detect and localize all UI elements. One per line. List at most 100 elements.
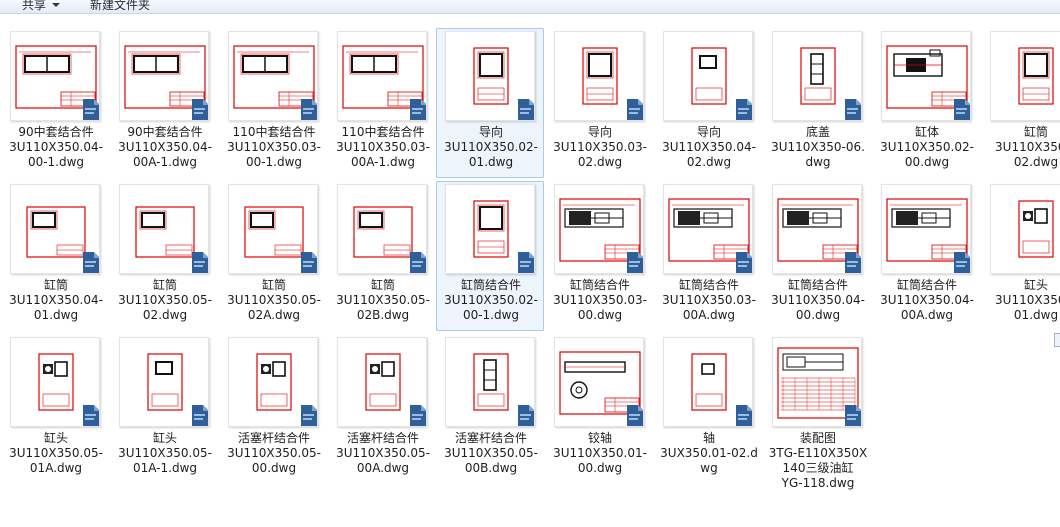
file-name: 导向 3U110X350.03- 02.dwg — [553, 125, 647, 169]
dwg-thumbnail — [663, 337, 753, 427]
dwg-file-icon — [299, 405, 317, 426]
dwg-file-icon — [734, 405, 752, 426]
file-item[interactable]: 装配图 3TG-E110X350X 140三级油缸 YG-118.dwg — [763, 334, 871, 490]
dwg-file-icon — [408, 405, 426, 426]
file-item[interactable]: 活塞杆结合件 3U110X350.05- 00B.dwg — [436, 334, 544, 484]
file-name: 缸头 3U110X350.05- 01A-1.dwg — [118, 431, 212, 475]
dwg-thumbnail — [772, 31, 862, 121]
dwg-thumbnail — [337, 31, 427, 121]
file-grid: 90中套结合件 3U110X350.04- 00-1.dwg 90中套结合件 3… — [0, 15, 1060, 527]
file-name: 导向 3U110X350.02- 01.dwg — [444, 125, 538, 169]
file-name: 底盖 3U110X350-06. dwg — [771, 125, 865, 169]
chevron-down-icon — [52, 2, 61, 7]
dwg-thumbnail — [772, 337, 862, 427]
file-name: 缸筒结合件 3U110X350.04- 00A.dwg — [880, 278, 974, 322]
dwg-thumbnail — [990, 31, 1060, 121]
dwg-file-icon — [625, 99, 643, 120]
dwg-thumbnail — [337, 184, 427, 274]
dwg-file-icon — [299, 252, 317, 273]
file-item[interactable]: 90中套结合件 3U110X350.04- 00-1.dwg — [1, 28, 109, 178]
file-item[interactable]: 导向 3U110X350.04- 02.dwg — [654, 28, 762, 178]
dwg-file-icon — [81, 99, 99, 120]
dwg-file-icon — [843, 99, 861, 120]
scrollbar-handle[interactable] — [1054, 333, 1060, 347]
new-folder-button[interactable]: 新建文件夹 — [90, 0, 150, 12]
file-item[interactable]: 缸筒 3U110X350.05- 02A.dwg — [219, 181, 327, 331]
file-name: 缸筒 3U110X350.05- 02A.dwg — [227, 278, 321, 322]
file-name: 缸体 3U110X350.02- 00.dwg — [880, 125, 974, 169]
file-name: 缸筒结合件 3U110X350.03- 00.dwg — [553, 278, 647, 322]
file-item[interactable]: 缸筒结合件 3U110X350.02- 00-1.dwg — [436, 181, 544, 331]
dwg-thumbnail — [228, 337, 318, 427]
file-name: 110中套结合件 3U110X350.03- 00A-1.dwg — [336, 125, 430, 169]
dwg-file-icon — [190, 252, 208, 273]
file-name: 缸头 3U110X350.05- 01A.dwg — [9, 431, 103, 475]
dwg-file-icon — [190, 405, 208, 426]
dwg-thumbnail — [445, 184, 535, 274]
file-item[interactable]: 轴 3UX350.01-02.d wg — [654, 334, 762, 484]
dwg-thumbnail — [119, 31, 209, 121]
file-name: 缸筒 3U110X350.05- 02B.dwg — [336, 278, 430, 322]
file-name: 90中套结合件 3U110X350.04- 00-1.dwg — [9, 125, 103, 169]
file-item[interactable]: 缸头 3U110X350.05- 01A-1.dwg — [110, 334, 218, 484]
dwg-file-icon — [843, 405, 861, 426]
dwg-file-icon — [81, 252, 99, 273]
dwg-thumbnail — [119, 184, 209, 274]
dwg-thumbnail — [445, 337, 535, 427]
dwg-thumbnail — [554, 31, 644, 121]
file-item[interactable]: 缸头 3U110X350.05- 01A.dwg — [1, 334, 109, 484]
dwg-thumbnail — [119, 337, 209, 427]
file-item[interactable]: 缸筒结合件 3U110X350.04- 00A.dwg — [872, 181, 980, 331]
dwg-file-icon — [516, 252, 534, 273]
file-item[interactable]: 缸筒结合件 3U110X350.04- 00.dwg — [763, 181, 871, 331]
dwg-thumbnail — [881, 184, 971, 274]
file-name: 90中套结合件 3U110X350.04- 00A-1.dwg — [118, 125, 212, 169]
file-item[interactable]: 底盖 3U110X350-06. dwg — [763, 28, 871, 178]
dwg-thumbnail — [337, 337, 427, 427]
file-item[interactable]: 缸头 3U110X350.0 01.dwg — [981, 181, 1060, 331]
file-item[interactable]: 90中套结合件 3U110X350.04- 00A-1.dwg — [110, 28, 218, 178]
file-name: 缸筒结合件 3U110X350.04- 00.dwg — [771, 278, 865, 322]
dwg-thumbnail — [228, 184, 318, 274]
dwg-thumbnail — [445, 31, 535, 121]
file-name: 铰轴 3U110X350.01- 00.dwg — [553, 431, 647, 475]
file-item[interactable]: 活塞杆结合件 3U110X350.05- 00A.dwg — [328, 334, 436, 484]
dwg-file-icon — [516, 405, 534, 426]
file-item[interactable]: 铰轴 3U110X350.01- 00.dwg — [545, 334, 653, 484]
share-label: 共享 — [22, 0, 47, 12]
file-name: 缸筒结合件 3U110X350.02- 00-1.dwg — [444, 278, 538, 322]
file-name: 缸筒 3U110X350.05- 02.dwg — [118, 278, 212, 322]
file-item[interactable]: 缸筒 3U110X350.04- 01.dwg — [1, 181, 109, 331]
file-name: 活塞杆结合件 3U110X350.05- 00.dwg — [227, 431, 321, 475]
toolbar: 共享 新建文件夹 — [0, 0, 1060, 14]
dwg-file-icon — [625, 252, 643, 273]
file-item[interactable]: 导向 3U110X350.02- 01.dwg — [436, 28, 544, 178]
dwg-thumbnail — [663, 184, 753, 274]
file-item[interactable]: 缸筒 3U110X350.05- 02B.dwg — [328, 181, 436, 331]
file-item[interactable]: 导向 3U110X350.03- 02.dwg — [545, 28, 653, 178]
new-folder-label: 新建文件夹 — [90, 0, 151, 12]
dwg-file-icon — [734, 99, 752, 120]
file-item[interactable]: 活塞杆结合件 3U110X350.05- 00.dwg — [219, 334, 327, 484]
file-item[interactable]: 缸筒结合件 3U110X350.03- 00.dwg — [545, 181, 653, 331]
dwg-file-icon — [516, 99, 534, 120]
file-item[interactable]: 缸筒 3U110X350.05- 02.dwg — [110, 181, 218, 331]
dwg-thumbnail — [10, 184, 100, 274]
file-item[interactable]: 缸体 3U110X350.02- 00.dwg — [872, 28, 980, 178]
file-item[interactable]: 缸筒 3U110X350.0 02.dwg — [981, 28, 1060, 178]
file-name: 轴 3UX350.01-02.d wg — [660, 431, 758, 475]
file-item[interactable]: 110中套结合件 3U110X350.03- 00-1.dwg — [219, 28, 327, 178]
dwg-file-icon — [625, 405, 643, 426]
dwg-file-icon — [299, 99, 317, 120]
dwg-file-icon — [190, 99, 208, 120]
file-name: 活塞杆结合件 3U110X350.05- 00A.dwg — [336, 431, 430, 475]
dwg-file-icon — [81, 405, 99, 426]
dwg-file-icon — [952, 99, 970, 120]
file-name: 缸筒结合件 3U110X350.03- 00A.dwg — [662, 278, 756, 322]
share-button[interactable]: 共享 — [22, 0, 61, 12]
file-name: 缸头 3U110X350.0 01.dwg — [995, 278, 1060, 322]
file-item[interactable]: 缸筒结合件 3U110X350.03- 00A.dwg — [654, 181, 762, 331]
file-item[interactable]: 110中套结合件 3U110X350.03- 00A-1.dwg — [328, 28, 436, 178]
file-name: 缸筒 3U110X350.04- 01.dwg — [9, 278, 103, 322]
dwg-file-icon — [734, 252, 752, 273]
